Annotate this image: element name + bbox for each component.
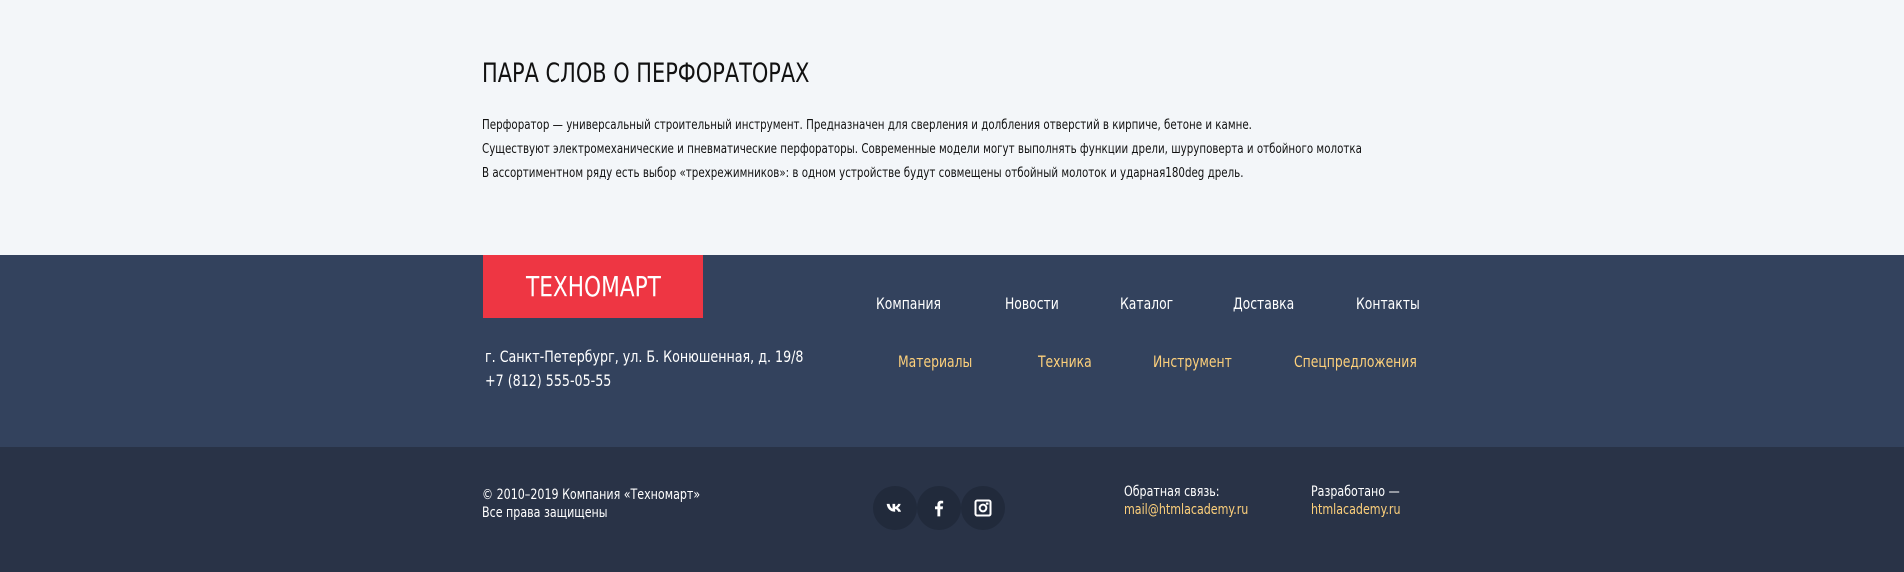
developed-label: Разработано —: [1311, 484, 1400, 500]
vk-icon: [886, 503, 901, 512]
footer-bottom: © 2010–2019 Компания «Техномарт» Все пра…: [0, 447, 1904, 572]
catalog-link-equipment[interactable]: Техника: [1038, 352, 1092, 371]
about-paragraph-3: В ассортиментном ряду есть выбор «трехре…: [482, 166, 1244, 181]
vk-link[interactable]: [873, 486, 917, 530]
catalog-link-materials[interactable]: Материалы: [898, 352, 972, 371]
footer-main: ТЕХНОМАРТ г. Санкт-Петербург, ул. Б. Кон…: [0, 255, 1904, 447]
logo-text: ТЕХНОМАРТ: [525, 270, 661, 303]
nav-link-delivery[interactable]: Доставка: [1233, 294, 1294, 313]
facebook-icon: [935, 500, 944, 517]
instagram-link[interactable]: [961, 486, 1005, 530]
instagram-icon: [974, 499, 992, 517]
footer-phone: +7 (812) 555-05-55: [485, 371, 612, 390]
developer-link[interactable]: htmlacademy.ru: [1311, 502, 1400, 518]
about-section: ПАРА СЛОВ О ПЕРФОРАТОРАХ Перфоратор — ун…: [0, 0, 1904, 255]
facebook-link[interactable]: [917, 486, 961, 530]
footer-address: г. Санкт-Петербург, ул. Б. Конюшенная, д…: [485, 347, 804, 366]
catalog-link-special-offers[interactable]: Спецпредложения: [1294, 352, 1417, 371]
copyright: © 2010–2019 Компания «Техномарт»: [482, 487, 701, 503]
section-title: ПАРА СЛОВ О ПЕРФОРАТОРАХ: [482, 58, 810, 89]
nav-link-contacts[interactable]: Контакты: [1356, 294, 1420, 313]
nav-link-news[interactable]: Новости: [1005, 294, 1059, 313]
feedback-label: Обратная связь:: [1124, 484, 1220, 500]
nav-link-catalog[interactable]: Каталог: [1120, 294, 1173, 313]
about-paragraph-2: Существуют электромеханические и пневмат…: [482, 142, 1362, 157]
about-paragraph-1: Перфоратор — универсальный строительный …: [482, 118, 1252, 133]
nav-link-company[interactable]: Компания: [876, 294, 941, 313]
footer-logo[interactable]: ТЕХНОМАРТ: [483, 255, 703, 318]
catalog-link-tools[interactable]: Инструмент: [1153, 352, 1232, 371]
rights-reserved: Все права защищены: [482, 505, 608, 521]
feedback-email-link[interactable]: mail@htmlacademy.ru: [1124, 502, 1248, 518]
